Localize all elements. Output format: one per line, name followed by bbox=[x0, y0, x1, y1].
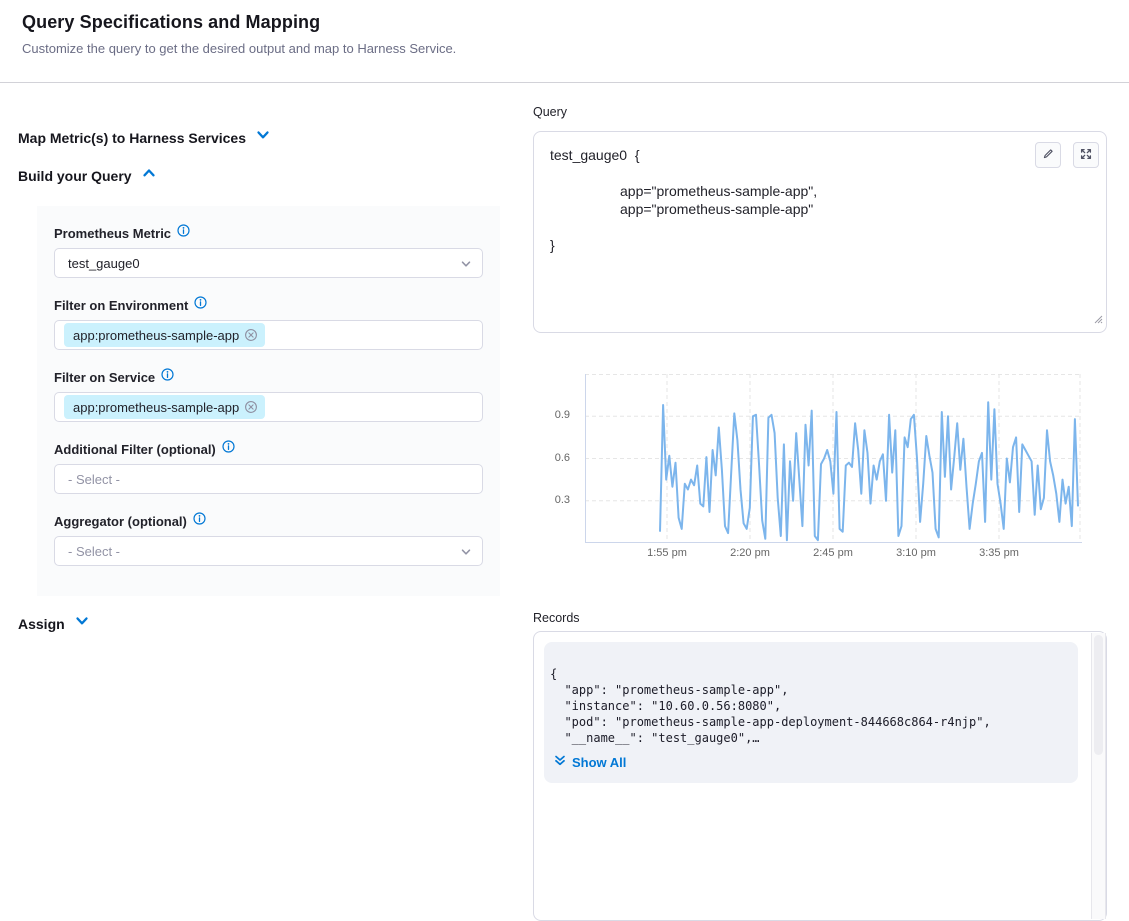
aggregator-placeholder: - Select - bbox=[68, 544, 120, 559]
chart-line-test_gauge0 bbox=[660, 402, 1078, 540]
build-query-section-toggle[interactable]: Build your Query bbox=[18, 166, 502, 185]
y-axis-tick: 0.9 bbox=[533, 409, 570, 421]
x-axis-tick: 3:35 pm bbox=[979, 547, 1019, 559]
y-axis-tick: 0.3 bbox=[533, 494, 570, 506]
resize-handle[interactable] bbox=[1092, 311, 1103, 329]
filter-service-tag-label: app:prometheus-sample-app bbox=[73, 400, 239, 415]
x-axis-tick: 2:45 pm bbox=[813, 547, 853, 559]
query-label: Query bbox=[533, 105, 567, 119]
prometheus-metric-select[interactable]: test_gauge0 bbox=[54, 248, 483, 278]
filter-environment-field: Filter on Environment app:prometheus-sam… bbox=[54, 296, 483, 350]
x-axis-tick: 3:10 pm bbox=[896, 547, 936, 559]
metric-preview-chart: 0.3 0.6 0.9 1:55 pm 2:20 pm 2:45 pm 3:10 pm 3:3… bbox=[533, 360, 1107, 570]
info-icon[interactable] bbox=[161, 368, 174, 386]
info-icon[interactable] bbox=[222, 440, 235, 458]
filter-environment-label: Filter on Environment bbox=[54, 298, 188, 313]
filter-environment-tag-label: app:prometheus-sample-app bbox=[73, 328, 239, 343]
records-panel: { "app": "prometheus-sample-app", "insta… bbox=[533, 631, 1107, 921]
chart-plot-area bbox=[585, 374, 1082, 543]
filter-service-tag: app:prometheus-sample-app bbox=[64, 395, 265, 419]
show-all-button[interactable]: Show All bbox=[554, 754, 626, 770]
prometheus-metric-value: test_gauge0 bbox=[68, 256, 140, 271]
query-text: test_gauge0 { app="prometheus-sample-app… bbox=[534, 132, 1106, 268]
info-icon[interactable] bbox=[193, 512, 206, 530]
y-axis-tick: 0.6 bbox=[533, 452, 570, 464]
additional-filter-placeholder: - Select - bbox=[68, 472, 120, 487]
aggregator-label: Aggregator (optional) bbox=[54, 514, 187, 529]
query-mapping-form: Map Metric(s) to Harness Services Build … bbox=[18, 120, 502, 633]
prometheus-metric-field: Prometheus Metric test_gauge0 bbox=[54, 224, 483, 278]
filter-environment-tag: app:prometheus-sample-app bbox=[64, 323, 265, 347]
prometheus-metric-label: Prometheus Metric bbox=[54, 226, 171, 241]
x-axis-tick: 2:20 pm bbox=[730, 547, 770, 559]
additional-filter-field: Additional Filter (optional) - Select - bbox=[54, 440, 483, 494]
info-icon[interactable] bbox=[194, 296, 207, 314]
assign-section-toggle[interactable]: Assign bbox=[18, 614, 502, 633]
remove-tag-icon[interactable] bbox=[244, 400, 258, 414]
chevron-down-icon bbox=[75, 614, 89, 633]
page-title: Query Specifications and Mapping bbox=[22, 12, 456, 33]
double-chevron-down-icon bbox=[554, 754, 566, 770]
x-axis-tick: 1:55 pm bbox=[647, 547, 687, 559]
query-preview-column: Query test_gauge0 { app="prometheus-samp… bbox=[533, 105, 1107, 806]
additional-filter-label: Additional Filter (optional) bbox=[54, 442, 216, 457]
remove-tag-icon[interactable] bbox=[244, 328, 258, 342]
map-metrics-section-toggle[interactable]: Map Metric(s) to Harness Services bbox=[18, 128, 502, 147]
chevron-down-icon bbox=[460, 258, 472, 273]
chevron-down-icon bbox=[460, 546, 472, 561]
edit-query-button[interactable] bbox=[1035, 142, 1061, 168]
build-query-panel: Prometheus Metric test_gauge0 Filter on … bbox=[37, 206, 500, 596]
records-scrollbar[interactable] bbox=[1091, 633, 1106, 919]
chevron-up-icon bbox=[142, 166, 156, 185]
records-label: Records bbox=[533, 611, 580, 625]
expand-query-button[interactable] bbox=[1073, 142, 1099, 168]
build-query-section-label: Build your Query bbox=[18, 168, 132, 184]
show-all-label: Show All bbox=[572, 755, 626, 770]
expand-icon bbox=[1079, 147, 1093, 164]
additional-filter-input[interactable]: - Select - bbox=[54, 464, 483, 494]
records-scrollbar-thumb[interactable] bbox=[1094, 635, 1103, 755]
map-metrics-section-label: Map Metric(s) to Harness Services bbox=[18, 130, 246, 146]
query-editor[interactable]: test_gauge0 { app="prometheus-sample-app… bbox=[533, 131, 1107, 333]
assign-section-label: Assign bbox=[18, 616, 65, 632]
page-subtitle: Customize the query to get the desired o… bbox=[22, 41, 456, 56]
aggregator-field: Aggregator (optional) - Select - bbox=[54, 512, 483, 566]
records-json-card: { "app": "prometheus-sample-app", "insta… bbox=[544, 642, 1078, 783]
chevron-down-icon bbox=[256, 128, 270, 147]
page-header: Query Specifications and Mapping Customi… bbox=[22, 12, 456, 56]
info-icon[interactable] bbox=[177, 224, 190, 242]
filter-environment-input[interactable]: app:prometheus-sample-app bbox=[54, 320, 483, 350]
filter-service-label: Filter on Service bbox=[54, 370, 155, 385]
pencil-icon bbox=[1041, 147, 1055, 164]
filter-service-input[interactable]: app:prometheus-sample-app bbox=[54, 392, 483, 422]
aggregator-select[interactable]: - Select - bbox=[54, 536, 483, 566]
header-divider bbox=[0, 82, 1129, 83]
records-json: { "app": "prometheus-sample-app", "insta… bbox=[544, 642, 1078, 746]
filter-service-field: Filter on Service app:prometheus-sample-… bbox=[54, 368, 483, 422]
